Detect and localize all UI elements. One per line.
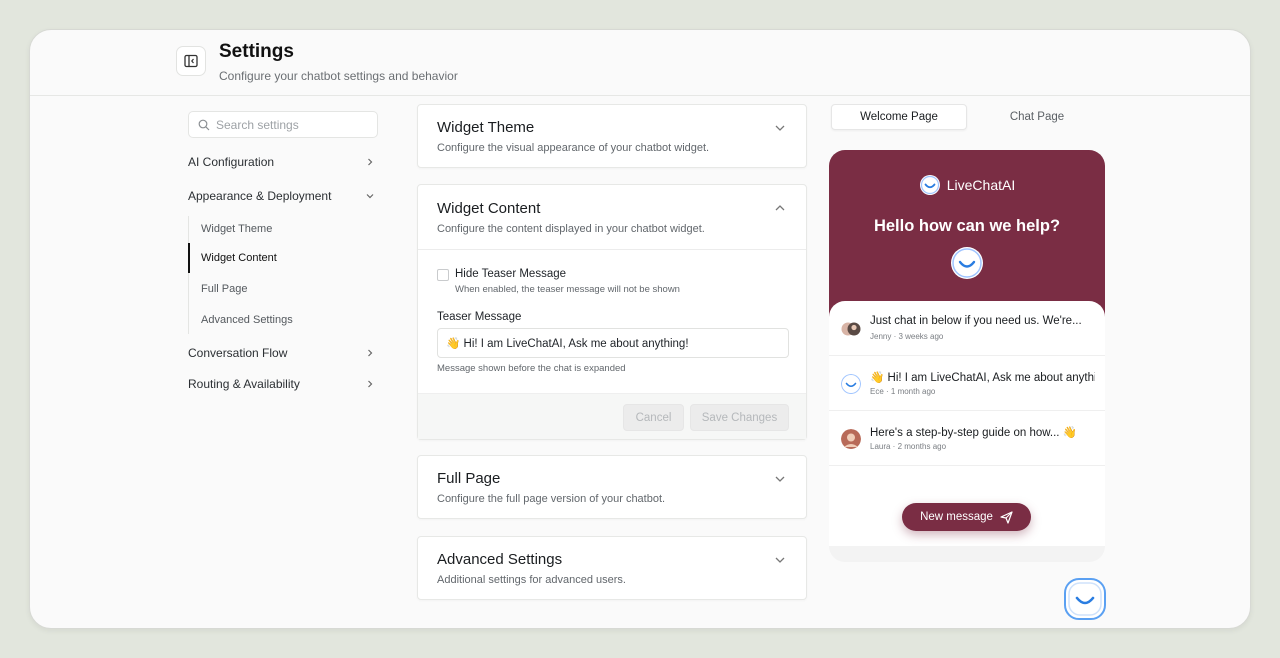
chevron-right-icon [368,349,373,357]
advanced-settings-card[interactable]: Advanced Settings Additional settings fo… [417,536,807,600]
teaser-message-help: Message shown before the chat is expande… [437,363,626,374]
conversation-preview: Here's a step-by-step guide on how... 👋 [870,427,1078,439]
sidebar-item-conversation-flow[interactable]: Conversation Flow [188,342,378,364]
card-title: Widget Theme [437,119,535,136]
conversation-list: Just chat in below if you need us. We're… [829,301,1105,546]
sidebar-toggle-icon [184,54,198,68]
sidebar-item-appearance-deployment[interactable]: Appearance & Deployment [188,185,378,207]
search-icon [198,119,210,130]
sidebar-item-label: AI Configuration [188,155,275,169]
preview-tabs: Welcome Page Chat Page [831,104,1105,132]
settings-window: Settings Configure your chatbot settings… [29,29,1251,629]
widget-preview: LiveChatAI Hello how can we help? Just c… [829,150,1105,562]
conversation-meta: Laura · 2 months ago [870,442,947,451]
teaser-message-label: Teaser Message [437,311,522,323]
conversation-item[interactable]: Just chat in below if you need us. We're… [829,301,1105,356]
avatar [841,322,861,336]
send-icon [1000,510,1013,524]
sidebar-item-routing-availability[interactable]: Routing & Availability [188,373,378,395]
sidebar-item-label: Appearance & Deployment [188,189,332,203]
widget-theme-card[interactable]: Widget Theme Configure the visual appear… [417,104,807,168]
conversation-item[interactable]: Here's a step-by-step guide on how... 👋 … [829,411,1105,466]
page-header: Settings Configure your chatbot settings… [30,30,1250,96]
card-description: Additional settings for advanced users. [437,574,626,586]
smiley-logo-icon [951,247,983,279]
brand: LiveChatAI [829,174,1105,196]
card-description: Configure the content displayed in your … [437,223,705,235]
sidebar-item-label: Routing & Availability [188,377,300,391]
card-description: Configure the visual appearance of your … [437,142,710,154]
hide-teaser-help: When enabled, the teaser message will no… [455,284,680,295]
conversation-preview: 👋 Hi! I am LiveChatAI, Ask me about anyt… [870,372,1095,384]
chevron-right-icon [368,158,373,166]
chevron-down-icon [366,194,374,199]
preview-hero: LiveChatAI Hello how can we help? [829,150,1105,320]
conversation-preview: Just chat in below if you need us. We're… [870,315,1082,327]
tab-chat-page[interactable]: Chat Page [969,104,1105,130]
sidebar-item-ai-configuration[interactable]: AI Configuration [188,151,378,173]
chevron-up-icon[interactable] [774,202,786,214]
conversation-meta: Ece · 1 month ago [870,387,936,396]
chat-launcher-icon[interactable] [1064,578,1106,620]
full-page-card[interactable]: Full Page Configure the full page versio… [417,455,807,519]
card-divider [418,249,806,250]
sidebar-item-label: Conversation Flow [188,346,288,360]
save-changes-button[interactable]: Save Changes [690,404,789,431]
search-placeholder: Search settings [216,117,299,132]
search-input[interactable]: Search settings [188,111,378,138]
card-title: Widget Content [437,200,541,217]
new-message-button[interactable]: New message [902,503,1031,531]
sidebar-subitem-widget-content[interactable]: Widget Content [188,243,378,273]
card-description: Configure the full page version of your … [437,493,666,505]
smiley-logo-icon [919,175,940,195]
conversation-item[interactable]: 👋 Hi! I am LiveChatAI, Ask me about anyt… [829,356,1105,411]
hero-title: Hello how can we help? [873,217,1061,235]
cancel-button[interactable]: Cancel [623,404,684,431]
chevron-right-icon [368,380,373,388]
card-title: Advanced Settings [437,551,563,568]
brand-name: LiveChatAI [946,177,1016,193]
sidebar-subitem-full-page[interactable]: Full Page [189,278,379,300]
chevron-down-icon[interactable] [774,554,786,566]
page-subtitle: Configure your chatbot settings and beha… [219,69,458,83]
teaser-message-input[interactable]: 👋 Hi! I am LiveChatAI, Ask me about anyt… [437,328,789,358]
hide-teaser-checkbox[interactable] [437,269,449,281]
sidebar-subitem-advanced-settings[interactable]: Advanced Settings [189,309,379,331]
chevron-down-icon[interactable] [774,473,786,485]
appearance-subnav: Widget Theme Widget Content Full Page Ad… [188,216,378,334]
avatar [841,429,861,449]
smiley-logo-icon [841,374,861,394]
sidebar-subitem-widget-theme[interactable]: Widget Theme [189,218,379,240]
chevron-down-icon[interactable] [774,122,786,134]
sidebar-toggle-button[interactable] [176,46,206,76]
hide-teaser-label: Hide Teaser Message [455,268,567,280]
widget-content-card: Widget Content Configure the content dis… [417,184,807,440]
conversation-meta: Jenny · 3 weeks ago [870,332,944,341]
new-message-label: New message [920,511,993,523]
card-footer: Cancel Save Changes [418,393,806,439]
tab-welcome-page[interactable]: Welcome Page [831,104,967,130]
card-title: Full Page [437,470,501,487]
page-title: Settings [219,41,294,62]
